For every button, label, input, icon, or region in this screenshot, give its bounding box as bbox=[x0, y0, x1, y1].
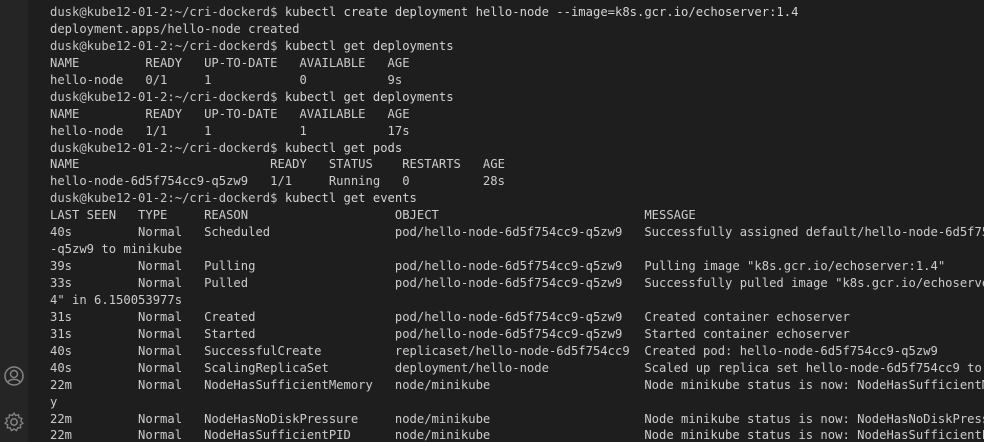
terminal-output-line: 31s Normal Started pod/hello-node-6d5f75… bbox=[50, 326, 850, 341]
terminal-output-line: hello-node 1/1 1 1 17s bbox=[50, 123, 410, 138]
terminal-output-line: 31s Normal Created pod/hello-node-6d5f75… bbox=[50, 309, 850, 324]
shell-prompt: dusk@kube12-01-2:~/cri-dockerd$ bbox=[50, 140, 285, 155]
terminal-command-line: dusk@kube12-01-2:~/cri-dockerd$ kubectl … bbox=[50, 190, 984, 207]
command-text: kubectl get pods bbox=[284, 140, 403, 155]
terminal-output-line: 33s Normal Pulled pod/hello-node-6d5f754… bbox=[50, 276, 984, 290]
command-text: kubectl get events bbox=[284, 191, 417, 206]
settings-gear-icon[interactable] bbox=[0, 408, 28, 436]
terminal-panel[interactable]: dusk@kube12-01-2:~/cri-dockerd$ kubectl … bbox=[28, 0, 984, 442]
vscode-window: dusk@kube12-01-2:~/cri-dockerd$ kubectl … bbox=[0, 0, 984, 442]
command-text: kubectl get deployments bbox=[284, 89, 454, 104]
command-text: kubectl get deployments bbox=[284, 38, 454, 53]
terminal-output-line: 22m Normal NodeHasSufficientPID node/min… bbox=[50, 428, 984, 442]
terminal-output-line: 4" in 6.150053977s bbox=[50, 292, 183, 307]
shell-prompt: dusk@kube12-01-2:~/cri-dockerd$ bbox=[50, 38, 285, 53]
terminal-output-line: 40s Normal ScalingReplicaSet deployment/… bbox=[50, 360, 984, 375]
terminal-command-line: dusk@kube12-01-2:~/cri-dockerd$ kubectl … bbox=[50, 4, 984, 21]
command-text: kubectl create deployment hello-node --i… bbox=[284, 5, 799, 19]
activity-bar bbox=[0, 0, 28, 442]
terminal-output-line: NAME READY STATUS RESTARTS AGE bbox=[50, 157, 505, 172]
shell-prompt: dusk@kube12-01-2:~/cri-dockerd$ bbox=[50, 191, 285, 206]
terminal-output-line: deployment.apps/hello-node created bbox=[50, 21, 300, 36]
shell-prompt: dusk@kube12-01-2:~/cri-dockerd$ bbox=[50, 5, 285, 19]
terminal-output-line: NAME READY UP-TO-DATE AVAILABLE AGE bbox=[50, 55, 410, 70]
account-icon[interactable] bbox=[0, 362, 28, 390]
terminal-output-line: NAME READY UP-TO-DATE AVAILABLE AGE bbox=[50, 106, 410, 121]
terminal-output-line: hello-node-6d5f754cc9-q5zw9 1/1 Running … bbox=[50, 174, 505, 189]
terminal-command-line: dusk@kube12-01-2:~/cri-dockerd$ kubectl … bbox=[50, 38, 984, 55]
terminal-output-line: hello-node 0/1 1 0 9s bbox=[50, 72, 403, 87]
shell-prompt: dusk@kube12-01-2:~/cri-dockerd$ bbox=[50, 89, 285, 104]
terminal-command-line: dusk@kube12-01-2:~/cri-dockerd$ kubectl … bbox=[50, 140, 984, 157]
terminal-output-line: 22m Normal NodeHasSufficientMemory node/… bbox=[50, 377, 984, 392]
terminal-output-line: 22m Normal NodeHasNoDiskPressure node/mi… bbox=[50, 411, 984, 426]
terminal-output-line: -q5zw9 to minikube bbox=[50, 242, 183, 257]
terminal-output-line: 39s Normal Pulling pod/hello-node-6d5f75… bbox=[50, 259, 946, 274]
terminal-command-line: dusk@kube12-01-2:~/cri-dockerd$ kubectl … bbox=[50, 89, 984, 106]
terminal-output-line: 40s Normal Scheduled pod/hello-node-6d5f… bbox=[50, 225, 984, 240]
terminal-output-line: 40s Normal SuccessfulCreate replicaset/h… bbox=[50, 343, 938, 358]
terminal-output-line: y bbox=[50, 394, 58, 409]
terminal-output-line: LAST SEEN TYPE REASON OBJECT MESSAGE bbox=[50, 208, 696, 223]
